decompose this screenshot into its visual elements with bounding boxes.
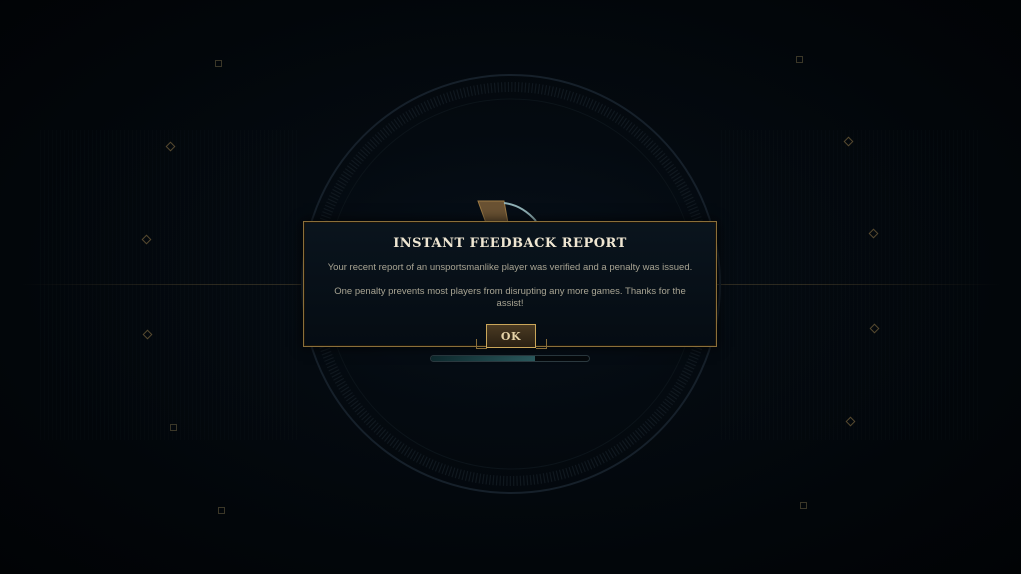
- ok-button[interactable]: OK: [486, 324, 536, 348]
- instant-feedback-dialog: INSTANT FEEDBACK REPORT Your recent repo…: [303, 221, 717, 349]
- dialog-message-penalty: One penalty prevents most players from d…: [334, 286, 686, 309]
- sparkle-icon: [218, 507, 225, 514]
- sparkle-icon: [800, 502, 807, 509]
- loading-progress-fill: [431, 356, 536, 361]
- dialog-title: INSTANT FEEDBACK REPORT: [393, 236, 627, 251]
- loading-progress-bar: [430, 355, 590, 362]
- dialog-message-verified: Your recent report of an unsportsmanlike…: [327, 262, 693, 273]
- loading-screen-background: INSTANT FEEDBACK REPORT Your recent repo…: [0, 0, 1021, 574]
- sparkle-icon: [215, 60, 222, 67]
- sparkle-icon: [796, 56, 803, 63]
- ok-button-frame-right: [536, 339, 547, 349]
- sparkle-icon: [170, 424, 177, 431]
